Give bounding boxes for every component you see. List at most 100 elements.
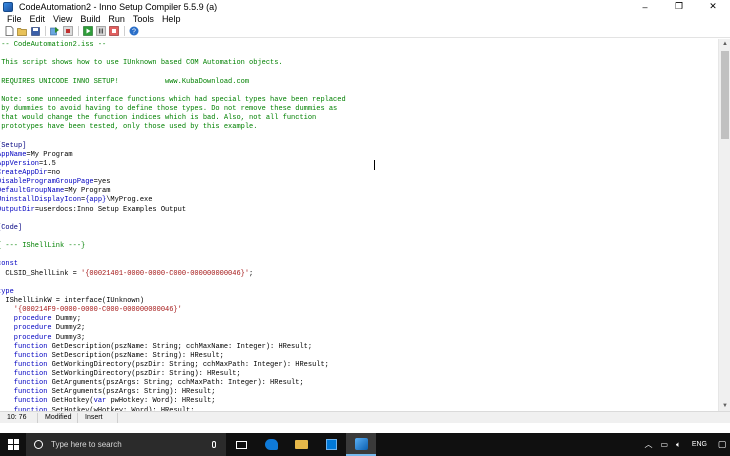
code-token: function [0,370,48,379]
pause-icon[interactable] [96,26,106,36]
microphone-icon[interactable] [212,441,216,448]
new-file-icon[interactable] [4,26,14,36]
compile-icon[interactable] [50,26,60,36]
toolbar-separator [78,26,79,36]
code-token: function [0,397,48,406]
store-icon [325,439,337,450]
code-token: REQUIRES UNICODE INNO SETUP! www.KubaDow… [0,77,250,86]
open-file-icon[interactable] [17,26,27,36]
close-button[interactable]: ✕ [696,0,730,13]
code-token: Note: some unneeded interface functions … [0,95,346,104]
code-lines: -- CodeAutomation2.iss -- This script sh… [0,39,718,411]
code-line: procedure Dummy3; [0,334,718,343]
code-token: DefaultGroupName [0,187,65,196]
code-token: GetHotkey( [47,397,94,406]
code-line: prototypes have been tested, only those … [0,123,718,132]
code-token: CLSID_ShellLink = [0,269,82,278]
stop-icon[interactable] [109,26,119,36]
scroll-down-arrow-icon[interactable]: ▼ [719,401,730,411]
taskbar-store-button[interactable] [316,433,346,456]
code-line: This script shows how to use IUnknown ba… [0,59,718,68]
notifications-icon[interactable]: ▢ [714,433,730,456]
menu-run[interactable]: Run [104,14,129,24]
help-icon[interactable]: ? [129,26,139,36]
code-line: by dummies to avoid having to define tho… [0,105,718,114]
code-editor[interactable]: -- CodeAutomation2.iss -- This script sh… [0,39,718,411]
code-token: procedure [0,333,52,342]
code-token: =yes [93,178,111,187]
network-icon[interactable]: ▭ [656,440,672,449]
code-line: CreateAppDir=no [0,169,718,178]
taskbar-inno-setup-button[interactable] [346,433,376,456]
code-line: function SetDescription(pszName: String)… [0,352,718,361]
run-icon[interactable] [83,26,93,36]
code-line: function SetArguments(pszArgs: String): … [0,388,718,397]
maximize-button[interactable]: ❐ [662,0,696,13]
scroll-up-arrow-icon[interactable]: ▲ [719,39,730,49]
save-icon[interactable] [30,26,40,36]
code-token: [Code] [0,223,23,232]
vertical-scrollbar[interactable]: ▲ ▼ [718,39,730,411]
code-line: DefaultGroupName=My Program [0,187,718,196]
toolbar-separator [45,26,46,36]
code-line: OutputDir=userdocs:Inno Setup Examples O… [0,206,718,215]
show-hidden-icons-chevron-icon[interactable]: ︿ [640,439,656,450]
menu-help[interactable]: Help [158,14,185,24]
code-token: -- CodeAutomation2.iss -- [0,41,107,49]
svg-text:?: ? [132,29,136,36]
code-token: const [0,260,19,269]
code-token: by dummies to avoid having to define tho… [0,104,338,113]
cursor-position: 10: 76 [0,412,38,423]
inno-setup-app-icon [3,1,13,12]
code-line: AppName=My Program [0,151,718,160]
input-language[interactable]: ENG [685,441,714,448]
code-token: \MyProg.exe [106,196,153,205]
scrollbar-thumb[interactable] [721,51,729,139]
code-line: CLSID_ShellLink = '{00021401-0000-0000-C… [0,270,718,279]
code-token: SetArguments(pszArgs: String): HResult; [47,388,216,397]
start-button[interactable] [0,433,26,456]
menu-view[interactable]: View [49,14,76,24]
code-line: UninstallDisplayIcon={app}\MyProg.exe [0,196,718,205]
code-line: type [0,288,718,297]
code-token: Dummy; [51,315,82,324]
cortana-circle-icon [34,440,43,449]
menu-file[interactable]: File [3,14,26,24]
code-token: IShellLinkW = interface(IUnknown) [0,296,145,305]
code-line: function GetDescription(pszName: String;… [0,343,718,352]
volume-icon[interactable]: 🔈︎ [672,440,685,450]
minimize-button[interactable]: – [628,0,662,13]
menu-tools[interactable]: Tools [129,14,158,24]
code-token: '{000214F9-0000-0000-C000-000000000046}' [0,306,182,315]
code-token: {app} [85,196,107,205]
code-line: function GetHotkey(var pwHotkey: Word): … [0,397,718,406]
code-line: IShellLinkW = interface(IUnknown) [0,297,718,306]
menu-build[interactable]: Build [76,14,104,24]
code-token: that would change the function indices w… [0,114,317,123]
system-tray: ︿ ▭ 🔈︎ ENG ▢ [640,433,730,456]
code-token: Dummy3; [51,333,86,342]
code-token: SetDescription(pszName: String): HResult… [47,351,224,360]
text-caret [374,160,375,170]
code-token: function [0,360,48,369]
windows-logo-icon [7,439,19,450]
code-token: AppVersion [0,159,40,168]
stop-compile-icon[interactable] [63,26,73,36]
taskbar-explorer-button[interactable] [286,433,316,456]
status-bar: 10: 76 Modified Insert [0,411,730,423]
menu-bar: File Edit View Build Run Tools Help [0,13,730,25]
code-line: [Setup] [0,142,718,151]
menu-edit[interactable]: Edit [26,14,50,24]
taskbar-edge-button[interactable] [256,433,286,456]
taskbar-search-box[interactable]: Type here to search [26,433,226,456]
code-token: =userdocs:Inno Setup Examples Output [34,205,187,214]
code-line: AppVersion=1.5 [0,160,718,169]
task-view-button[interactable] [226,433,256,456]
edge-browser-icon [264,439,278,450]
